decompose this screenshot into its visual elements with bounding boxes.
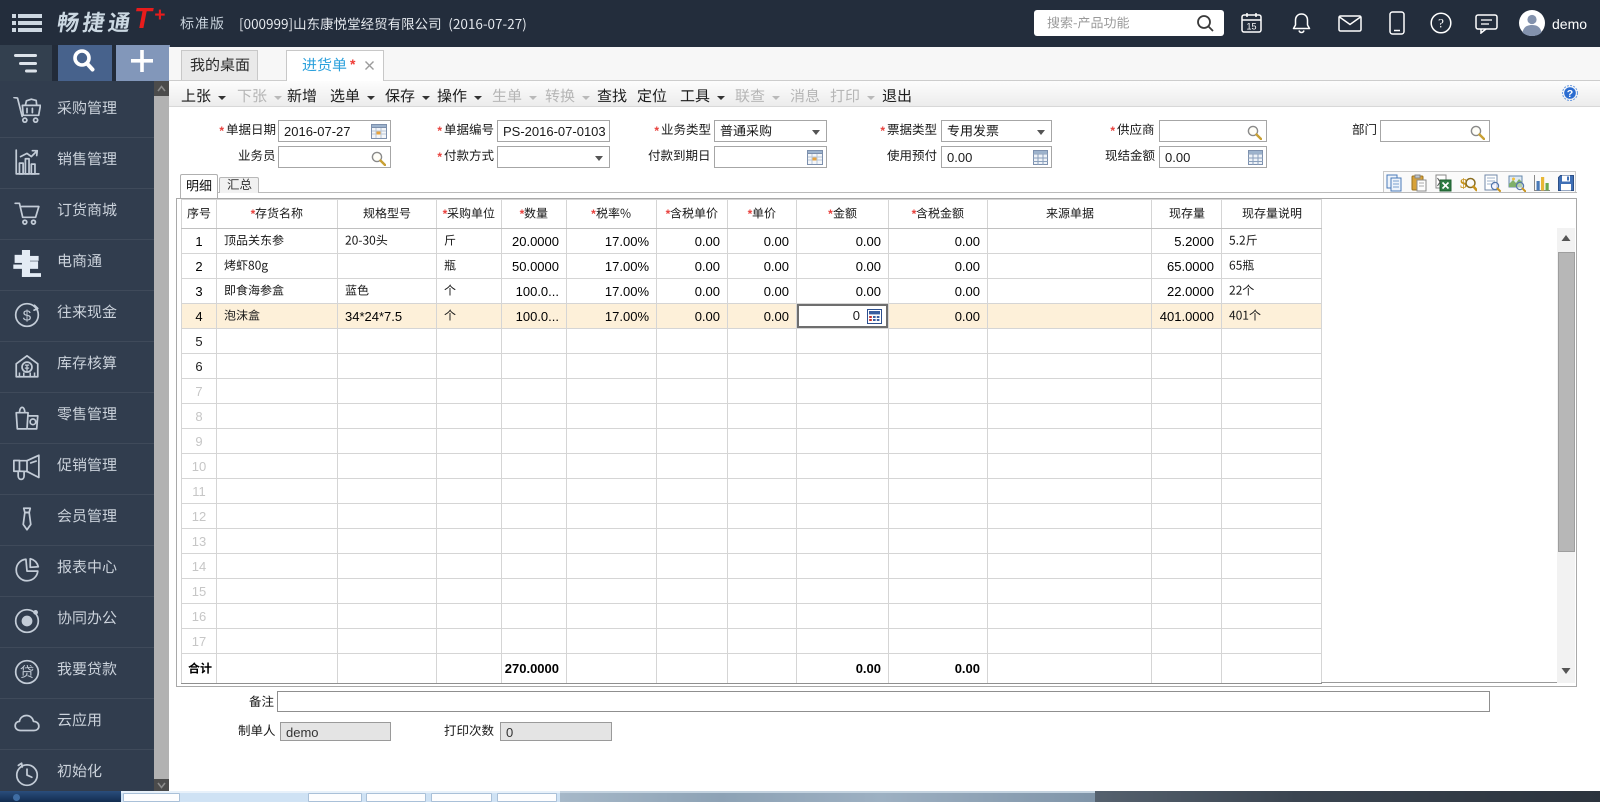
svg-text:15: 15 — [1246, 22, 1256, 32]
svg-text:$: $ — [23, 307, 32, 324]
svg-text:?: ? — [1567, 88, 1573, 100]
svg-text:?: ? — [1438, 16, 1444, 31]
